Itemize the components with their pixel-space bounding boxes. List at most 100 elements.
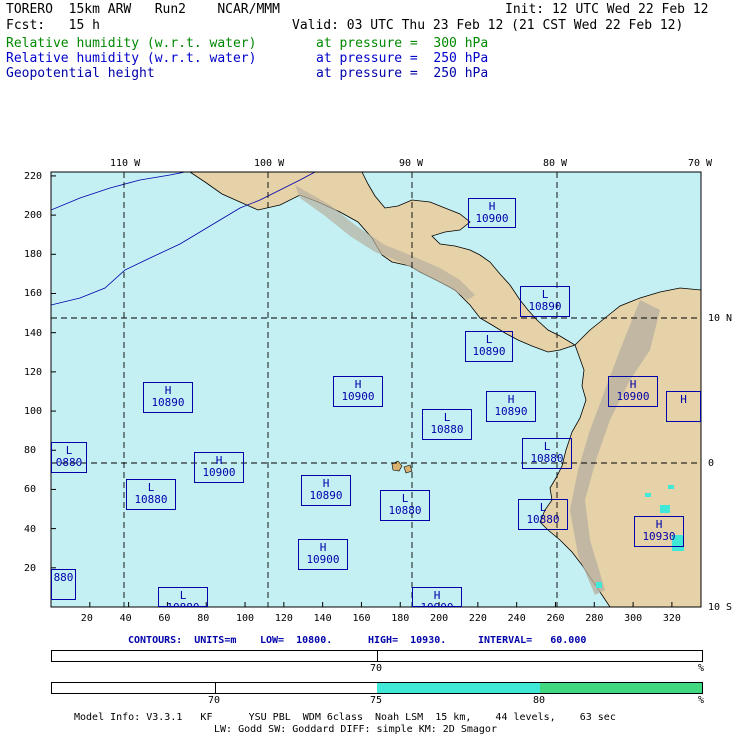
x-tick-label: 60 <box>158 613 171 624</box>
lon-label-80w: 80 W <box>543 158 568 169</box>
pressure-center-value: 10900 <box>413 602 461 607</box>
pressure-center-box: H 10890 <box>486 391 536 422</box>
pressure-center-value: 10880 <box>430 423 464 436</box>
x-tick-label: 100 <box>236 613 255 624</box>
pressure-center-value: 0880 <box>55 456 83 469</box>
pressure-center-value: 10900 <box>202 466 236 479</box>
lat-label-10n: 10 N <box>708 313 733 324</box>
humidity-patch <box>596 582 602 588</box>
pressure-center-box: H 10930 <box>634 516 684 547</box>
y-tick-label: 160 <box>24 288 43 300</box>
pressure-center-box: H10900 <box>608 376 658 407</box>
rh-250-colorbar <box>51 682 703 694</box>
y-tick-label: 180 <box>24 249 43 261</box>
humidity-patch <box>645 493 651 497</box>
x-tick-label: 140 <box>313 613 332 624</box>
colorbar1-tick-70: 70 <box>370 663 383 674</box>
pressure-center-box: H <box>666 391 701 422</box>
pressure-center-box: 880 <box>51 569 76 600</box>
pressure-center-value: 10880 <box>159 602 207 607</box>
y-tick-label: 120 <box>24 366 43 378</box>
pressure-center-value: 10900 <box>616 390 650 403</box>
pressure-center-value: 10880 <box>388 504 422 517</box>
pressure-center-box: H10900 <box>298 539 348 570</box>
pressure-center-type: H <box>680 393 687 406</box>
x-tick-label: 40 <box>119 613 132 624</box>
contour-units: CONTOURS: UNITS=m <box>128 635 237 646</box>
y-tick-label: 40 <box>24 523 37 535</box>
pressure-center-box: H10900 <box>333 376 383 407</box>
physics-info: LW: Godd SW: Goddard DIFF: simple KM: 2D… <box>214 724 497 735</box>
colorbar-segment-80-up <box>540 683 702 693</box>
pressure-center-box: L10880 <box>126 479 176 510</box>
colorbar2-tick-75: 75 <box>370 695 383 706</box>
x-tick-label: 280 <box>585 613 604 624</box>
x-tick-label: 200 <box>430 613 449 624</box>
lon-label-110w: 110 W <box>110 158 141 169</box>
y-tick-label: 100 <box>24 406 43 418</box>
x-tick-label: 20 <box>80 613 93 624</box>
pressure-center-value: 10880 <box>526 513 560 526</box>
lon-label-70w: 70 W <box>688 158 713 169</box>
pressure-center-box: L10880 <box>518 499 568 530</box>
humidity-patch <box>660 505 670 513</box>
lat-label-0: 0 <box>708 458 715 469</box>
pressure-center-value: 10890 <box>494 405 528 418</box>
colorbar2-tick-70: 70 <box>208 695 221 706</box>
pressure-center-box: L 10890 <box>465 331 513 362</box>
pressure-center-value: 10880 <box>530 452 564 465</box>
pressure-center-box: L 0880 <box>51 442 87 473</box>
pressure-center-box: L 10890 <box>520 286 570 317</box>
x-tick-label: 320 <box>662 613 681 624</box>
contour-interval: INTERVAL= 60.000 <box>478 635 587 646</box>
pressure-center-box: L10880 <box>522 438 572 469</box>
colorbar-divider <box>215 683 216 693</box>
pressure-center-box: L10880 <box>380 490 430 521</box>
pressure-center-box: H 10890 <box>301 475 351 506</box>
pressure-center-box: L10880 <box>158 587 208 607</box>
pressure-center-value: 10900 <box>341 390 375 403</box>
pressure-center-box: L10880 <box>422 409 472 440</box>
humidity-patch <box>668 485 674 489</box>
pressure-center-value: 10900 <box>475 212 509 225</box>
colorbar2-tick-80: 80 <box>533 695 546 706</box>
lon-label-100w: 100 W <box>254 158 285 169</box>
colorbar-segment-75-80 <box>377 683 540 693</box>
x-tick-label: 260 <box>546 613 565 624</box>
colorbar1-unit: % <box>698 663 705 674</box>
y-tick-label: 60 <box>24 484 37 496</box>
x-tick-label: 160 <box>352 613 371 624</box>
x-tick-label: 240 <box>507 613 526 624</box>
y-tick-label: 140 <box>24 327 43 339</box>
contour-high: HIGH= 10930. <box>368 635 447 646</box>
x-tick-label: 120 <box>274 613 293 624</box>
lon-label-90w: 90 W <box>399 158 424 169</box>
x-tick-label: 180 <box>391 613 410 624</box>
pressure-center-box: H10900 <box>194 452 244 483</box>
rh-300-colorbar <box>51 650 703 662</box>
y-tick-label: 80 <box>24 445 37 457</box>
pressure-center-value: 880 <box>53 571 74 584</box>
lat-label-10s: 10 S <box>708 602 733 613</box>
x-tick-label: 80 <box>197 613 210 624</box>
pressure-center-value: 10890 <box>528 300 562 313</box>
pressure-center-box: H10900 <box>412 587 462 607</box>
pressure-center-value: 10880 <box>134 493 168 506</box>
contour-low: LOW= 10800. <box>260 635 333 646</box>
pressure-center-value: 10890 <box>151 396 185 409</box>
y-tick-label: 220 <box>24 170 43 182</box>
model-info: Model Info: V3.3.1 KF YSU PBL WDM 6class… <box>74 712 616 723</box>
colorbar2-unit: % <box>698 695 705 706</box>
y-tick-label: 200 <box>24 210 43 222</box>
x-tick-label: 300 <box>624 613 643 624</box>
pressure-center-box: H 10890 <box>143 382 193 413</box>
pressure-center-box: H10900 <box>468 198 516 228</box>
weather-map <box>50 171 702 608</box>
colorbar-divider <box>377 651 378 661</box>
x-tick-label: 220 <box>468 613 487 624</box>
y-tick-label: 20 <box>24 562 37 574</box>
pressure-center-value: 10930 <box>642 530 676 543</box>
pressure-center-value: 10890 <box>472 345 506 358</box>
pressure-center-value: 10890 <box>309 489 343 502</box>
pressure-center-value: 10900 <box>306 553 340 566</box>
